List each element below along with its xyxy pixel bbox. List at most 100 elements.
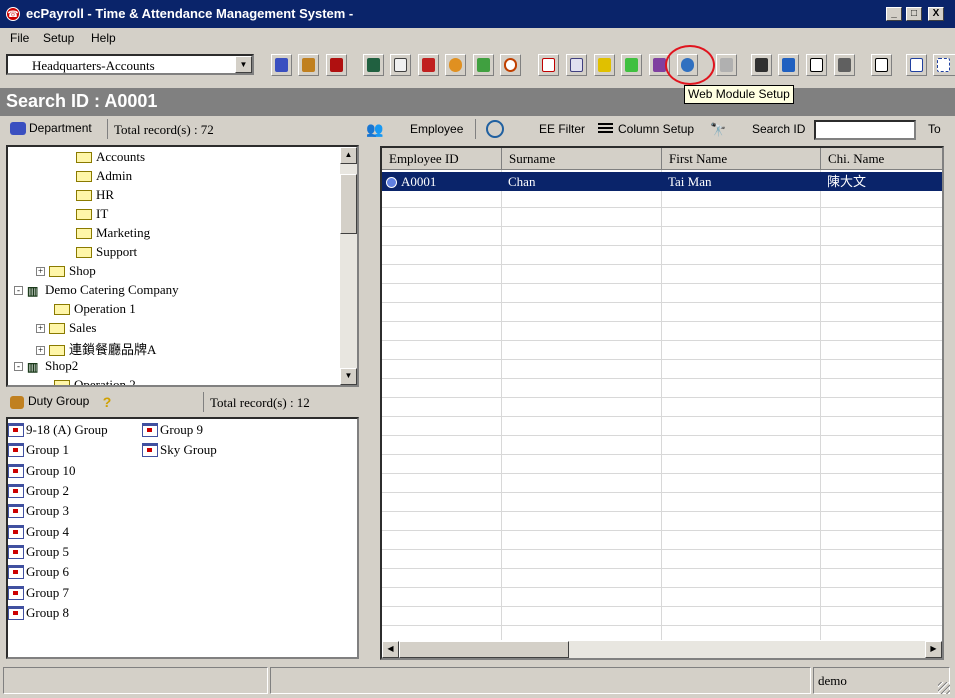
run-tool-button[interactable] — [621, 54, 642, 76]
resize-grip-icon[interactable] — [938, 682, 950, 694]
list-item[interactable]: Group 9 — [142, 422, 203, 442]
list-item[interactable]: Group 1 — [8, 442, 69, 462]
cell-surname: Chan — [508, 174, 536, 189]
department-select[interactable]: Headquarters-Accounts ▼ — [6, 54, 254, 75]
exit-tool-button[interactable] — [473, 54, 494, 76]
department-scrollbar[interactable]: ▲ ▼ — [340, 147, 357, 385]
mail-tool-button[interactable] — [566, 54, 587, 76]
folder-icon — [54, 379, 70, 385]
scroll-thumb[interactable] — [340, 174, 357, 234]
list-item[interactable]: Sky Group — [142, 442, 217, 462]
chevron-down-icon[interactable]: ▼ — [235, 56, 252, 73]
scroll-up-button[interactable]: ▲ — [340, 147, 357, 164]
cell-chi-name: 陳大文 — [827, 174, 867, 189]
list-item[interactable]: Group 10 — [8, 463, 75, 483]
tree-item-demo-catering-company[interactable]: - ▥ Demo Catering Company — [14, 282, 179, 301]
app-icon: ☎ — [6, 7, 20, 21]
search-banner-text: Search ID : A0001 — [6, 91, 158, 111]
maximize-button[interactable]: □ — [906, 7, 922, 21]
layout-tool-button[interactable] — [906, 54, 927, 76]
list-item[interactable]: Group 2 — [8, 483, 69, 503]
window-title: ecPayroll - Time & Attendance Management… — [26, 6, 354, 21]
divider — [475, 119, 476, 139]
tree-item-accounts[interactable]: Accounts — [76, 149, 145, 168]
employee-group-tool-button[interactable] — [271, 54, 292, 76]
schedule-tool-button[interactable] — [418, 54, 439, 76]
report-tool-button[interactable] — [390, 54, 411, 76]
settings-tool-button[interactable] — [445, 54, 466, 76]
calendar-icon — [8, 423, 24, 438]
filter-icon[interactable] — [486, 120, 504, 138]
folder-icon — [54, 303, 70, 315]
binoculars-icon: 🔭 — [710, 122, 727, 137]
column-header-first-name[interactable]: First Name — [662, 148, 821, 170]
tree-item-hr[interactable]: HR — [76, 187, 114, 206]
collapse-icon[interactable]: - — [14, 285, 23, 295]
book-icon — [367, 58, 380, 72]
list-item[interactable]: Group 6 — [8, 564, 69, 584]
list-item[interactable]: Group 4 — [8, 524, 69, 544]
tools-tool-button[interactable] — [834, 54, 855, 76]
folder-icon — [49, 265, 65, 277]
column-setup-button[interactable]: Column Setup — [618, 122, 694, 136]
menu-setup[interactable]: Setup — [43, 31, 74, 45]
tooltip: Web Module Setup — [684, 85, 794, 104]
duty-group-icon — [10, 395, 24, 409]
org-chart-tool-button[interactable] — [806, 54, 827, 76]
refresh-tool-button[interactable] — [871, 54, 892, 76]
scroll-thumb[interactable] — [399, 641, 569, 658]
tree-item-operation-1[interactable]: Operation 1 — [54, 301, 136, 320]
employee-tool-button[interactable] — [298, 54, 319, 76]
table-row[interactable]: A0001 Chan Tai Man 陳大文 — [382, 172, 942, 191]
ee-filter-button[interactable]: EE Filter — [539, 122, 585, 136]
column-header-employee-id[interactable]: Employee ID — [382, 148, 502, 170]
employee-label[interactable]: Employee — [410, 122, 463, 136]
help-icon[interactable]: ? — [103, 394, 112, 410]
clock-tool-button[interactable] — [500, 54, 521, 76]
list-item[interactable]: 9-18 (A) Group — [8, 422, 108, 442]
folder-icon — [49, 344, 65, 356]
column-header-chi-name[interactable]: Chi. Name — [821, 148, 942, 170]
tree-item-admin[interactable]: Admin — [76, 168, 132, 187]
folder-icon — [76, 208, 92, 220]
tree-item-it[interactable]: IT — [76, 206, 108, 225]
book-tool-button[interactable] — [363, 54, 384, 76]
menu-file[interactable]: File — [10, 31, 29, 45]
scroll-right-button[interactable]: ▶ — [925, 641, 942, 658]
print-tool-button[interactable] — [716, 54, 737, 76]
scroll-left-button[interactable]: ◀ — [382, 641, 399, 658]
layout-icon — [910, 58, 923, 72]
list-item[interactable]: Group 5 — [8, 544, 69, 564]
collapse-icon[interactable]: - — [14, 361, 23, 371]
tree-item-sales[interactable]: + Sales — [36, 320, 96, 339]
record-icon — [386, 176, 397, 188]
search-id-input[interactable] — [814, 120, 916, 140]
tree-item-marketing[interactable]: Marketing — [76, 225, 150, 244]
monitor-tool-button[interactable] — [751, 54, 772, 76]
employee-icon: 👥 — [366, 121, 384, 137]
divider — [203, 392, 204, 412]
expand-icon[interactable]: + — [36, 345, 45, 355]
company-tool-button[interactable] — [326, 54, 347, 76]
network-tool-button[interactable] — [933, 54, 955, 76]
expand-icon[interactable]: + — [36, 266, 45, 276]
list-item[interactable]: Group 7 — [8, 585, 69, 605]
tree-item-shop[interactable]: + Shop — [36, 263, 96, 282]
list-item[interactable]: Group 3 — [8, 503, 69, 523]
minimize-button[interactable]: _ — [886, 7, 902, 21]
list-item[interactable]: Group 8 — [8, 605, 69, 625]
expand-icon[interactable]: + — [36, 323, 45, 333]
grid-horizontal-scrollbar[interactable]: ◀ ▶ — [382, 641, 942, 658]
tree-item-support[interactable]: Support — [76, 244, 137, 263]
tree-item-chain-restaurant[interactable]: + 連鎖餐廳品牌A — [36, 339, 156, 358]
menu-help[interactable]: Help — [91, 31, 116, 45]
import-tool-button[interactable] — [778, 54, 799, 76]
tree-item-shop2[interactable]: - ▥ Shop2 — [14, 358, 78, 377]
payroll-tool-button[interactable] — [594, 54, 615, 76]
scroll-down-button[interactable]: ▼ — [340, 368, 357, 385]
close-button[interactable]: X — [928, 7, 944, 21]
copy-tool-button[interactable] — [538, 54, 559, 76]
folder-icon — [76, 227, 92, 239]
tree-item-operation-2[interactable]: Operation 2 — [54, 377, 136, 385]
column-header-surname[interactable]: Surname — [502, 148, 662, 170]
